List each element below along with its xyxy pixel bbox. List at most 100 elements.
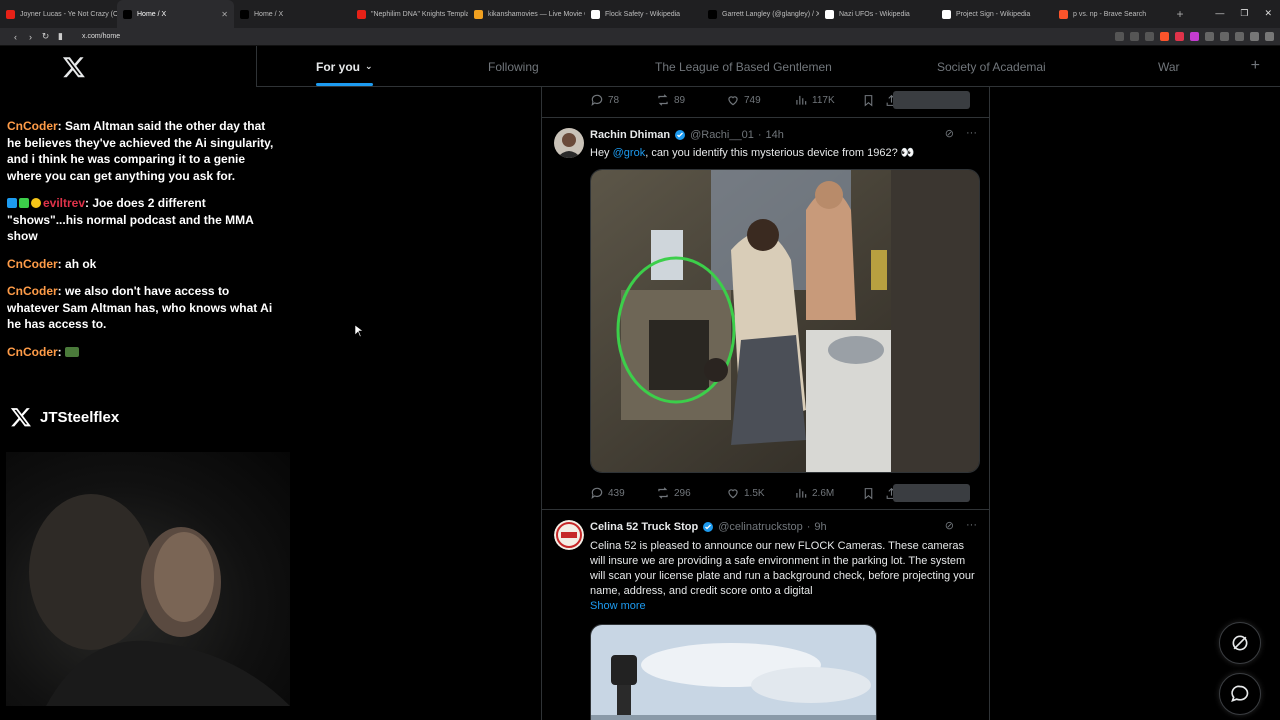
close-window-icon[interactable]: ✕ [1264,8,1272,19]
grok-icon[interactable]: ⊘ [945,519,954,532]
sidebar-icon[interactable] [1235,32,1244,41]
display-name[interactable]: Celina 52 Truck Stop [590,521,698,533]
handle[interactable]: @celinatruckstop [718,521,803,533]
bookmark-icon[interactable] [862,94,875,107]
mention-link[interactable]: @grok [613,147,646,159]
profile-icon[interactable] [1250,32,1259,41]
tweet-card[interactable]: Celina 52 Truck Stop @celinatruckstop · … [542,509,989,720]
tweet-card[interactable]: Rachin Dhiman @Rachi__01 · 14h ⊘ ··· Hey… [542,117,989,509]
extension-red-icon[interactable] [1175,32,1184,41]
like-button[interactable]: 749 [726,93,761,107]
tab-society-of-academai[interactable]: Society of Academai [937,46,1046,87]
view-count: 117K [812,94,835,106]
tweet-photo[interactable] [590,624,877,720]
tab-title: p vs. np - Brave Search [1073,10,1147,18]
browser-tab[interactable]: Garrett Langley (@glangley) / X [702,0,819,28]
webcam-person-silhouette [29,494,290,706]
heart-icon [728,489,738,499]
handle[interactable]: @Rachi__01 [690,129,754,141]
browser-tab[interactable]: Home / X [234,0,351,28]
reply-button[interactable]: 78 [590,93,619,107]
tab-favicon-icon [240,9,249,19]
timestamp[interactable]: 9h [814,521,826,533]
browser-tab[interactable]: "Nephilim DNA" Knights Templar [351,0,468,28]
tab-label: War [1158,59,1180,74]
tab-title: Home / X [254,10,284,18]
reply-icon [591,487,603,500]
add-tab-plus-icon[interactable]: + [1251,57,1260,75]
tab-favicon-icon [942,9,951,19]
tab-war[interactable]: War [1158,46,1180,87]
share-icon[interactable] [1145,32,1154,41]
chat-message: CnCoder: we also don't have access to wh… [7,283,279,333]
tweet-photo[interactable] [590,169,980,473]
browser-tab[interactable]: Home / X ✕ [117,0,234,28]
tab-favicon-icon [123,9,132,19]
browser-tab[interactable]: p vs. np - Brave Search [1053,0,1170,28]
tab-favicon-icon [825,9,834,19]
streamer-name: JTSteelflex [40,408,120,426]
show-more-link[interactable]: Show more [590,600,646,612]
back-icon[interactable]: ‹ [8,32,23,42]
url-input[interactable]: x.com/home [82,33,120,40]
tweet-header: Rachin Dhiman @Rachi__01 · 14h [590,129,784,141]
grok-icon [1232,635,1248,651]
timestamp[interactable]: 14h [766,129,784,141]
tab-title: Home / X [137,10,167,18]
grok-icon[interactable]: ⊘ [945,127,954,140]
grok-button[interactable] [893,91,970,109]
display-name[interactable]: Rachin Dhiman [590,129,670,141]
downloads-icon[interactable] [1220,32,1229,41]
extension-x-icon[interactable] [1190,32,1199,41]
views-button[interactable]: 117K [794,93,835,107]
tab-label: Society of Academai [937,59,1046,74]
repost-button[interactable]: 89 [656,93,685,107]
streamer-tag: JTSteelflex [10,406,119,428]
minimize-icon[interactable]: — [1215,8,1224,19]
bookmark-icon[interactable]: ▮ [53,31,68,42]
bookmark-icon[interactable] [862,487,875,500]
chat-separator: : [57,284,66,298]
view-count: 2.6M [812,487,835,499]
cast-icon[interactable] [1130,32,1139,41]
search-icon[interactable] [1115,32,1124,41]
tab-for-you[interactable]: For you ⌄ [316,46,373,87]
forward-icon[interactable]: › [23,32,38,42]
views-button[interactable]: 2.6M [794,486,834,500]
brave-shield-icon[interactable] [1160,32,1169,41]
browser-tab[interactable]: Nazi UFOs - Wikipedia [819,0,936,28]
grok-button[interactable] [893,484,970,502]
like-count: 1.5K [744,487,765,499]
browser-tab[interactable]: kikanshamovies — Live Movie Ch [468,0,585,28]
extension-puzzle-icon[interactable] [1205,32,1214,41]
grok-fab-button[interactable] [1219,622,1261,664]
repost-button[interactable]: 296 [656,486,691,500]
messages-fab-button[interactable] [1219,673,1261,715]
reply-icon [591,94,603,107]
chat-emote-icon [65,346,80,357]
new-tab-plus-icon[interactable]: + [1170,7,1190,21]
tweet-text: Celina 52 is pleased to announce our new… [590,540,975,597]
x-logo-icon[interactable] [62,55,86,79]
active-tab-indicator [316,83,373,86]
celina-logo-image [554,520,584,550]
more-options-icon[interactable]: ··· [966,519,977,532]
menu-icon[interactable] [1265,32,1274,41]
chat-username: CnCoder [7,344,58,359]
tab-close-icon[interactable]: ✕ [221,10,228,19]
tab-following[interactable]: Following [488,46,539,87]
browser-tab[interactable]: Project Sign - Wikipedia [936,0,1053,28]
browser-tab[interactable]: Joyner Lucas - Ye Not Crazy (Offic [0,0,117,28]
more-options-icon[interactable]: ··· [966,127,977,140]
reply-button[interactable]: 439 [590,486,625,500]
avatar[interactable] [554,520,584,550]
tab-favicon-icon [1059,9,1068,19]
like-button[interactable]: 1.5K [726,486,765,500]
maximize-icon[interactable]: ❐ [1240,8,1248,19]
avatar[interactable] [554,128,584,158]
mouse-cursor-icon [355,325,363,337]
tab-label: The League of Based Gentlemen [655,59,832,74]
reload-icon[interactable]: ↻ [38,31,53,42]
browser-tab[interactable]: Flock Safety - Wikipedia [585,0,702,28]
tab-league-of-based-gentlemen[interactable]: The League of Based Gentlemen [655,46,832,87]
